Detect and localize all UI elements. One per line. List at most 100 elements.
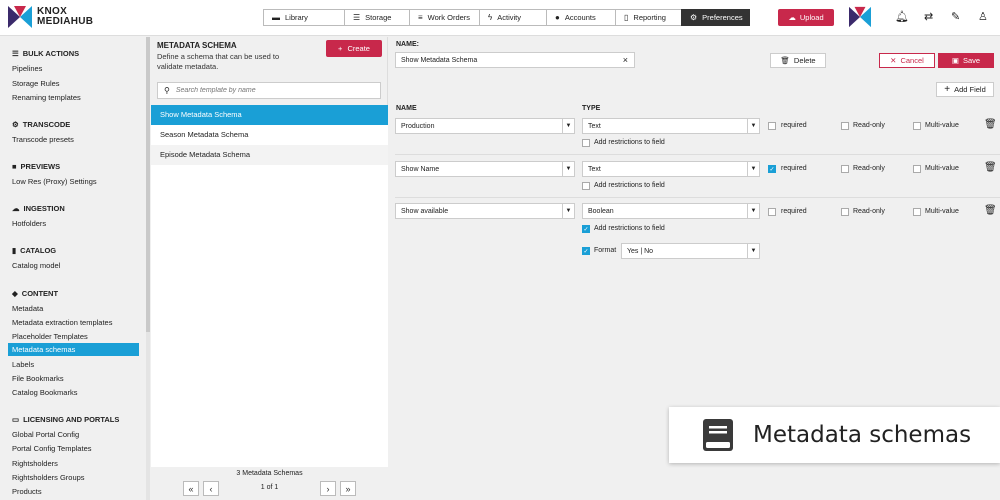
nav-reporting[interactable]: ▯ Reporting — [615, 9, 682, 26]
cogs-icon: ⚙ — [12, 120, 19, 129]
search-input[interactable] — [175, 87, 366, 94]
sidebar-item-portal-config-templates[interactable]: Portal Config Templates — [12, 444, 92, 453]
search-box: ⚲ — [157, 82, 381, 99]
trash-icon[interactable]: 🗑︎ — [984, 205, 997, 216]
sidebar-item-rightsholders[interactable]: Rightsholders — [12, 459, 58, 468]
sidebar-item-pipelines[interactable]: Pipelines — [12, 64, 42, 73]
transfer-icon[interactable]: ⇄ — [924, 10, 933, 23]
list-item[interactable]: Episode Metadata Schema — [151, 145, 388, 165]
next-page-button[interactable]: › — [320, 481, 336, 496]
trash-icon[interactable]: 🗑︎ — [984, 162, 997, 173]
format-checkbox[interactable]: ✓ — [582, 247, 590, 255]
section-previews: ■ PREVIEWS — [12, 162, 60, 171]
sidebar-item-rightsholders-groups[interactable]: Rightsholders Groups — [12, 473, 85, 482]
delete-button[interactable]: 🗑︎ Delete — [770, 53, 826, 68]
sidebar-item-products[interactable]: Products — [12, 487, 42, 496]
multivalue-checkbox[interactable] — [913, 122, 921, 130]
trash-icon[interactable]: 🗑︎ — [984, 119, 997, 130]
save-icon: ▣ — [951, 56, 959, 65]
schema-name-input[interactable]: Show Metadata Schema × — [395, 52, 635, 68]
restrictions-checkbox[interactable]: ✓ — [582, 225, 590, 233]
schema-count: 3 Metadata Schemas — [236, 470, 303, 477]
nav-accounts[interactable]: ● Accounts — [546, 9, 616, 26]
book-icon — [703, 419, 733, 451]
trash-icon: 🗑︎ — [780, 56, 790, 65]
nav-preferences[interactable]: ⚙ Preferences — [681, 9, 750, 26]
list-icon: ☰ — [12, 49, 19, 58]
sidebar-item-file-bookmarks[interactable]: File Bookmarks — [12, 374, 64, 383]
list-icon: ≡ — [418, 13, 423, 22]
section-licensing-portals: ▭ LICENSING AND PORTALS — [12, 415, 119, 424]
column-name-header: NAME — [396, 105, 417, 112]
sidebar-item-storage-rules[interactable]: Storage Rules — [12, 79, 60, 88]
save-button[interactable]: ▣ Save — [938, 53, 994, 68]
paperclip-icon[interactable]: ✎ — [951, 10, 960, 23]
double-chevron-right-icon: » — [345, 483, 351, 494]
restrictions-checkbox[interactable] — [582, 139, 590, 147]
readonly-label: Read-only — [853, 122, 885, 129]
user-icon: ● — [555, 13, 560, 22]
panel-description: Define a schema that can be used to vali… — [157, 52, 280, 71]
format-select[interactable]: Yes | No ▼ — [621, 243, 760, 259]
brand-mark-icon — [849, 6, 871, 28]
monitor-icon: ▭ — [12, 415, 20, 424]
nav-storage[interactable]: ☰ Storage — [344, 9, 410, 26]
field-type-select[interactable]: Text ▼ — [582, 161, 760, 177]
restrictions-checkbox[interactable] — [582, 182, 590, 190]
required-checkbox[interactable] — [768, 208, 776, 216]
create-label: Create — [347, 44, 370, 53]
required-label: required — [781, 165, 807, 172]
sidebar-item-metadata[interactable]: Metadata — [12, 304, 43, 313]
required-checkbox[interactable]: ✓ — [768, 165, 776, 173]
bell-icon[interactable]: 🔔︎ — [895, 10, 909, 23]
database-icon: ☰ — [353, 13, 361, 22]
field-name-value: Show available — [401, 207, 449, 215]
app-logo[interactable]: KNOX MEDIAHUB — [8, 6, 93, 28]
required-checkbox[interactable] — [768, 122, 776, 130]
multivalue-label: Multi-value — [925, 208, 959, 215]
multivalue-checkbox[interactable] — [913, 165, 921, 173]
add-field-button[interactable]: + Add Field — [936, 82, 994, 97]
cancel-label: Cancel — [900, 56, 924, 65]
section-caption-card: Metadata schemas — [669, 407, 1000, 463]
field-type-select[interactable]: Boolean ▼ — [582, 203, 760, 219]
close-icon[interactable]: × — [623, 55, 628, 65]
readonly-checkbox[interactable] — [841, 165, 849, 173]
field-name-select[interactable]: Production ▼ — [395, 118, 575, 134]
sidebar-item-transcode-presets[interactable]: Transcode presets — [12, 135, 74, 144]
list-item[interactable]: Season Metadata Schema — [151, 125, 388, 145]
restrictions-label: Add restrictions to field — [594, 225, 665, 232]
sidebar-item-metadata-schemas[interactable]: Metadata schemas — [8, 343, 139, 356]
list-item[interactable]: Show Metadata Schema — [151, 105, 388, 125]
sidebar-item-renaming-templates[interactable]: Renaming templates — [12, 93, 81, 102]
nav-library[interactable]: ▬ Library — [263, 9, 345, 26]
folder-icon: ▬ — [272, 13, 280, 22]
last-page-button[interactable]: » — [340, 481, 356, 496]
cancel-button[interactable]: ✕ Cancel — [879, 53, 935, 68]
sidebar-item-metadata-extraction-templates[interactable]: Metadata extraction templates — [12, 318, 112, 327]
section-title: TRANSCODE — [22, 120, 71, 129]
readonly-checkbox[interactable] — [841, 208, 849, 216]
field-name-select[interactable]: Show available ▼ — [395, 203, 575, 219]
restrictions-label: Add restrictions to field — [594, 182, 665, 189]
restrictions-label: Add restrictions to field — [594, 139, 665, 146]
logo-line2: MEDIAHUB — [37, 16, 94, 27]
sidebar-item-low-res-settings[interactable]: Low Res (Proxy) Settings — [12, 177, 97, 186]
sidebar-item-labels[interactable]: Labels — [12, 360, 34, 369]
user-menu-icon[interactable]: ♙ — [978, 10, 988, 23]
row-divider — [395, 197, 1000, 198]
multivalue-checkbox[interactable] — [913, 208, 921, 216]
field-type-select[interactable]: Text ▼ — [582, 118, 760, 134]
nav-activity[interactable]: ϟ Activity — [479, 9, 547, 26]
sidebar-item-catalog-model[interactable]: Catalog model — [12, 261, 60, 270]
readonly-checkbox[interactable] — [841, 122, 849, 130]
nav-work-orders[interactable]: ≡ Work Orders — [409, 9, 480, 26]
sidebar-item-global-portal-config[interactable]: Global Portal Config — [12, 430, 79, 439]
sidebar-item-placeholder-templates[interactable]: Placeholder Templates — [12, 332, 88, 341]
field-name-select[interactable]: Show Name ▼ — [395, 161, 575, 177]
upload-button[interactable]: ☁ Upload — [778, 9, 834, 26]
sidebar-item-catalog-bookmarks[interactable]: Catalog Bookmarks — [12, 388, 77, 397]
row-divider — [395, 154, 1000, 155]
create-button[interactable]: + Create — [326, 40, 382, 57]
sidebar-item-hotfolders[interactable]: Hotfolders — [12, 219, 46, 228]
